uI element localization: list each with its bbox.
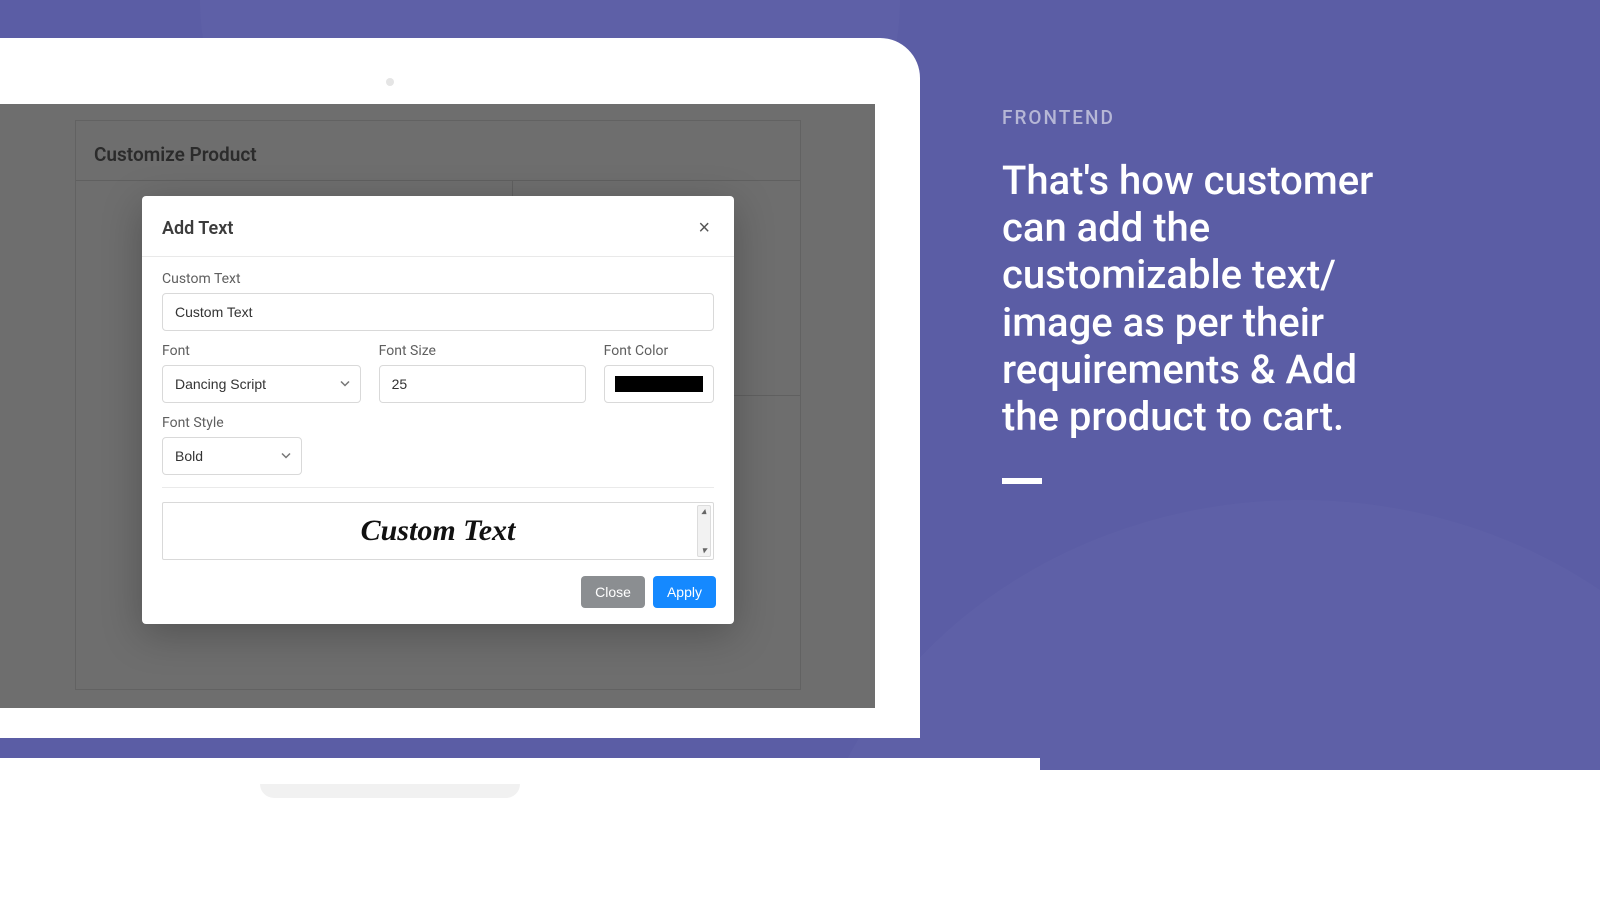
font-style-label: Font Style — [162, 415, 302, 431]
laptop-mock: Customize Product Add Text × Custom Text — [0, 38, 920, 758]
custom-text-label: Custom Text — [162, 271, 714, 287]
font-label: Font — [162, 343, 361, 359]
headline: That's how customer can add the customiz… — [1002, 157, 1422, 440]
font-size-group: Font Size — [379, 343, 586, 403]
modal-footer: Close Apply — [142, 564, 734, 624]
font-group: Font — [162, 343, 361, 403]
laptop-camera — [386, 78, 394, 86]
divider — [162, 487, 714, 488]
add-text-modal: Add Text × Custom Text Font — [142, 196, 734, 624]
text-preview: Custom Text ▴ ▾ — [162, 502, 714, 560]
close-icon[interactable]: × — [694, 214, 714, 242]
laptop-base — [0, 758, 1040, 798]
page-title: Customize Product — [94, 143, 782, 166]
font-color-input[interactable] — [604, 365, 714, 403]
app-screen: Customize Product Add Text × Custom Text — [0, 104, 875, 708]
text-preview-content: Custom Text — [361, 514, 516, 548]
color-swatch-inner — [615, 376, 703, 392]
modal-header: Add Text × — [142, 196, 734, 257]
font-style-select[interactable] — [162, 437, 302, 475]
laptop-notch — [260, 784, 520, 798]
font-color-group: Font Color — [604, 343, 714, 403]
chevron-up-icon: ▴ — [702, 506, 707, 517]
accent-rule — [1002, 478, 1042, 484]
modal-body: Custom Text Font — [142, 257, 734, 564]
page-header: Customize Product — [76, 131, 800, 181]
chevron-down-icon: ▾ — [702, 545, 707, 556]
custom-text-group: Custom Text — [162, 271, 714, 331]
apply-button[interactable]: Apply — [653, 576, 716, 608]
font-color-label: Font Color — [604, 343, 714, 359]
modal-title: Add Text — [162, 218, 233, 239]
eyebrow: FRONTEND — [1002, 106, 1422, 129]
custom-text-input[interactable] — [162, 293, 714, 331]
close-button[interactable]: Close — [581, 576, 645, 608]
font-style-group: Font Style — [162, 415, 302, 475]
marketing-copy: FRONTEND That's how customer can add the… — [1002, 106, 1422, 484]
font-size-input[interactable] — [379, 365, 586, 403]
font-select[interactable] — [162, 365, 361, 403]
font-size-label: Font Size — [379, 343, 586, 359]
preview-scrollbar[interactable]: ▴ ▾ — [697, 505, 711, 557]
